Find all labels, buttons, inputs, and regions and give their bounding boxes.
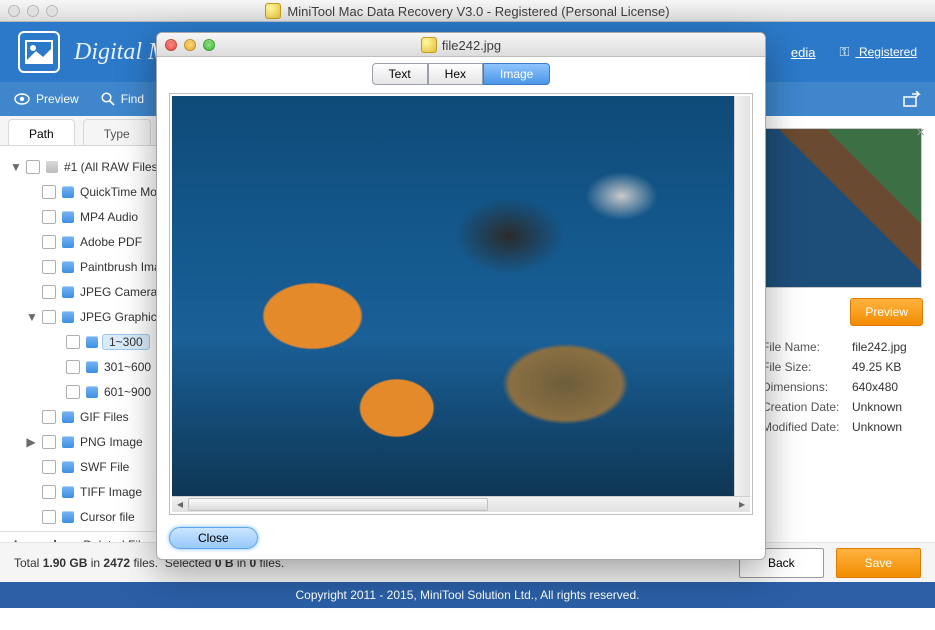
checkbox[interactable] bbox=[42, 485, 56, 499]
checkbox[interactable] bbox=[42, 435, 56, 449]
legend-label: Legend: bbox=[14, 538, 61, 543]
vertical-scrollbar[interactable] bbox=[734, 96, 750, 496]
search-icon bbox=[101, 92, 115, 106]
folder-icon bbox=[62, 486, 74, 498]
preview-mode-tabs: Text Hex Image bbox=[157, 63, 765, 85]
meta-filesize: File Size:49.25 KB bbox=[762, 360, 923, 374]
checkbox[interactable] bbox=[42, 310, 56, 324]
disclosure-down-icon[interactable]: ▼ bbox=[10, 160, 20, 174]
picture-icon bbox=[25, 40, 53, 64]
folder-icon bbox=[86, 361, 98, 373]
preview-button[interactable]: Preview bbox=[850, 298, 923, 326]
image-viewport bbox=[172, 96, 750, 496]
toolbar-find[interactable]: Find bbox=[101, 92, 144, 106]
window-title: MiniTool Mac Data Recovery V3.0 - Regist… bbox=[0, 3, 935, 19]
checkbox[interactable] bbox=[42, 285, 56, 299]
preview-modal: file242.jpg Text Hex Image ◂ ▸ Close bbox=[156, 32, 766, 560]
footer: Copyright 2011 - 2015, MiniTool Solution… bbox=[0, 582, 935, 608]
folder-icon bbox=[86, 386, 98, 398]
checkbox[interactable] bbox=[66, 385, 80, 399]
main-window-titlebar: MiniTool Mac Data Recovery V3.0 - Regist… bbox=[0, 0, 935, 22]
folder-icon bbox=[62, 411, 74, 423]
meta-modified-date: Modified Date:Unknown bbox=[762, 420, 923, 434]
toolbar-export[interactable] bbox=[903, 91, 921, 107]
tab-hex[interactable]: Hex bbox=[428, 63, 483, 85]
export-icon bbox=[903, 91, 921, 107]
folder-icon bbox=[62, 261, 74, 273]
checkbox[interactable] bbox=[66, 360, 80, 374]
tree-root-label: #1 (All RAW Files) bbox=[64, 160, 162, 174]
image-viewport-frame: ◂ ▸ bbox=[169, 93, 753, 515]
folder-icon bbox=[62, 511, 74, 523]
checkbox[interactable] bbox=[42, 260, 56, 274]
checkbox[interactable] bbox=[42, 210, 56, 224]
tab-path[interactable]: Path bbox=[8, 119, 75, 145]
checkbox[interactable] bbox=[42, 460, 56, 474]
folder-icon bbox=[62, 186, 74, 198]
meta-dimensions: Dimensions:640x480 bbox=[762, 380, 923, 394]
scroll-thumb[interactable] bbox=[188, 498, 488, 511]
checkbox[interactable] bbox=[66, 335, 80, 349]
checkbox[interactable] bbox=[42, 510, 56, 524]
folder-icon bbox=[62, 461, 74, 473]
folder-icon bbox=[62, 286, 74, 298]
registered-link[interactable]: ⚿ Registered bbox=[839, 44, 917, 60]
disclosure-right-icon[interactable]: ▶ bbox=[26, 435, 36, 449]
modal-titlebar: file242.jpg bbox=[157, 33, 765, 57]
folder-icon bbox=[62, 311, 74, 323]
media-link[interactable]: edia bbox=[791, 45, 816, 60]
scroll-right-icon[interactable]: ▸ bbox=[734, 497, 750, 512]
checkbox[interactable] bbox=[42, 185, 56, 199]
preview-panel: × Preview File Name:file242.jpg File Siz… bbox=[750, 116, 935, 542]
modal-filename: file242.jpg bbox=[157, 37, 765, 53]
key-icon: ⚿ bbox=[839, 44, 849, 60]
save-button[interactable]: Save bbox=[836, 548, 921, 578]
folder-icon bbox=[62, 236, 74, 248]
folder-icon bbox=[62, 211, 74, 223]
registered-link-label: Registered bbox=[859, 45, 917, 59]
disclosure-down-icon[interactable]: ▼ bbox=[26, 310, 36, 324]
eye-icon bbox=[14, 93, 30, 105]
tab-image[interactable]: Image bbox=[483, 63, 550, 85]
tab-type[interactable]: Type bbox=[83, 119, 151, 145]
legend-deleted: Deleted File bbox=[83, 538, 147, 543]
meta-filename: File Name:file242.jpg bbox=[762, 340, 923, 354]
scroll-left-icon[interactable]: ◂ bbox=[172, 497, 188, 512]
checkbox[interactable] bbox=[42, 235, 56, 249]
checkbox[interactable] bbox=[42, 410, 56, 424]
folder-icon bbox=[62, 436, 74, 448]
horizontal-scrollbar[interactable]: ◂ ▸ bbox=[172, 496, 750, 512]
toolbar-preview-label: Preview bbox=[36, 92, 79, 106]
scroll-track[interactable] bbox=[188, 497, 734, 512]
toolbar-preview[interactable]: Preview bbox=[14, 92, 79, 106]
meta-creation-date: Creation Date:Unknown bbox=[762, 400, 923, 414]
toolbar-find-label: Find bbox=[121, 92, 144, 106]
image-content bbox=[172, 96, 734, 496]
volume-icon bbox=[46, 161, 58, 173]
tab-text[interactable]: Text bbox=[372, 63, 428, 85]
deleted-icon: x bbox=[71, 538, 78, 543]
checkbox[interactable] bbox=[26, 160, 40, 174]
modal-close-pill-button[interactable]: Close bbox=[169, 527, 258, 549]
app-logo bbox=[18, 31, 60, 73]
folder-icon bbox=[86, 336, 98, 348]
thumbnail-image bbox=[762, 128, 922, 288]
close-preview-button[interactable]: × bbox=[916, 124, 925, 141]
